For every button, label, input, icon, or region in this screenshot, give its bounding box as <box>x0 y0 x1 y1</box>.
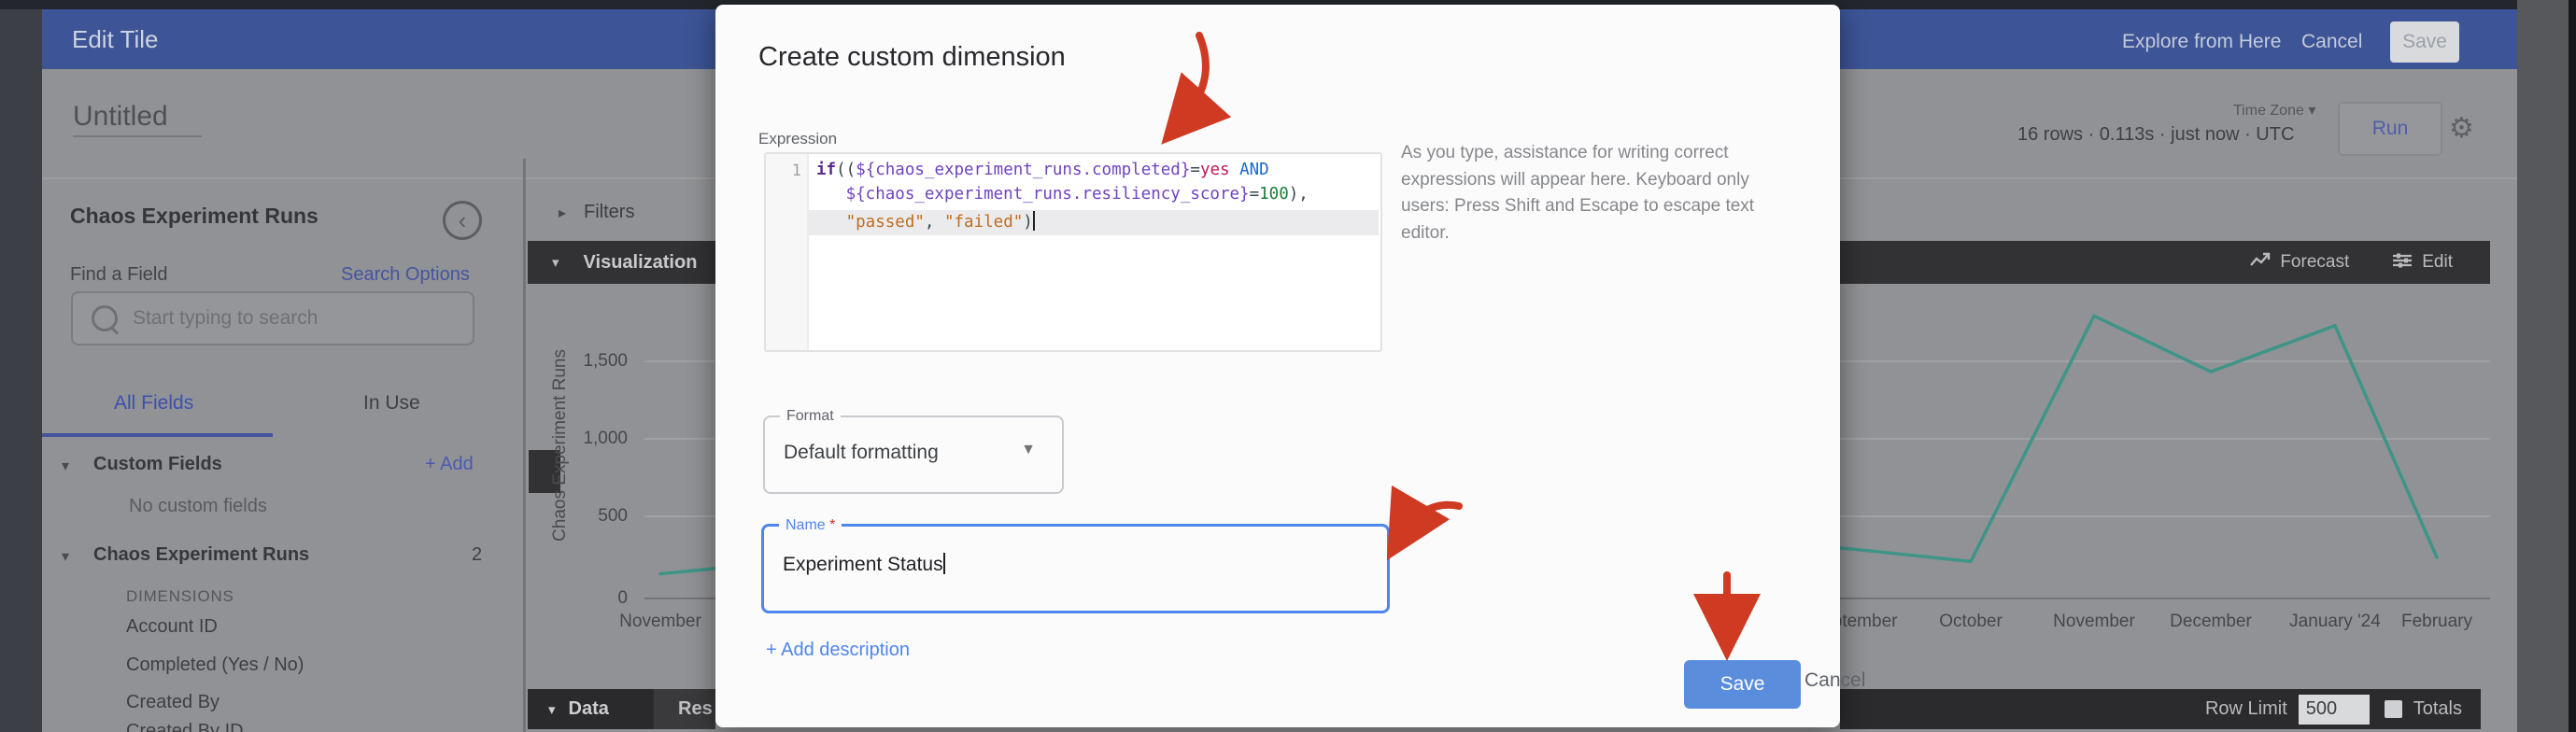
run-button[interactable]: Run <box>2338 102 2442 156</box>
active-tab-underline <box>42 433 273 437</box>
caret-down-icon: ▾ <box>552 254 559 271</box>
search-input[interactable] <box>131 306 443 331</box>
x-tick: November <box>2053 612 2135 632</box>
caret-down-icon[interactable]: ▾ <box>62 457 69 475</box>
expression-label: Expression <box>758 130 837 148</box>
totals-label: Totals <box>2413 698 2462 720</box>
caret-down-icon[interactable]: ▾ <box>62 547 69 566</box>
right-panel-strip <box>2517 0 2569 732</box>
edit-viz-label: Edit <box>2422 252 2453 272</box>
y-tick: 0 <box>562 588 628 609</box>
x-tick: October <box>1939 612 2003 632</box>
code-line-3: "passed", "failed") <box>816 211 1035 232</box>
left-edge-strip <box>0 9 42 732</box>
time-zone-label[interactable]: Time Zone ▾ <box>2233 101 2315 120</box>
x-tick: November <box>619 612 701 632</box>
collapse-sidebar-icon[interactable]: ‹ <box>443 201 482 240</box>
format-select[interactable]: Format Default formatting ▼ <box>763 415 1064 494</box>
sidebar-title: Chaos Experiment Runs <box>70 204 318 229</box>
gear-icon[interactable]: ⚙ <box>2449 112 2474 145</box>
chevron-down-icon: ▾ <box>2308 103 2315 119</box>
row-limit-input[interactable] <box>2299 695 2370 725</box>
field-item[interactable]: Completed (Yes / No) <box>126 655 304 676</box>
explore-from-here-link[interactable]: Explore from Here <box>2122 31 2281 53</box>
format-value: Default formatting <box>784 442 939 464</box>
header-cancel-button[interactable]: Cancel <box>2301 31 2362 53</box>
caret-down-icon: ▾ <box>548 701 556 718</box>
field-item[interactable]: Created By ID <box>126 721 244 732</box>
data-section-tab[interactable]: ▾ Data <box>528 689 654 729</box>
dimensions-section-label: DIMENSIONS <box>126 587 234 606</box>
totals-checkbox[interactable] <box>2385 700 2402 718</box>
data-tab-label: Data <box>569 698 609 720</box>
results-tab[interactable]: Res <box>654 689 715 729</box>
x-tick: February <box>2401 612 2472 632</box>
row-limit-label: Row Limit <box>2205 698 2287 720</box>
create-custom-dimension-modal: Create custom dimension Expression 1 if(… <box>715 5 1840 727</box>
y-tick: 1,500 <box>562 351 628 372</box>
format-label: Format <box>780 408 841 425</box>
forecast-button[interactable]: Forecast <box>2250 252 2349 273</box>
text-cursor <box>943 553 945 574</box>
sidebar-divider <box>523 159 526 732</box>
modal-title: Create custom dimension <box>758 42 1066 73</box>
code-line-1: if((${chaos_experiment_runs.completed}=y… <box>816 161 1269 179</box>
line-number: 1 <box>766 162 801 180</box>
tab-in-use[interactable]: In Use <box>363 392 420 415</box>
data-bar-right: Row Limit Totals <box>1840 689 2481 729</box>
forecast-label: Forecast <box>2280 252 2349 272</box>
text-cursor <box>1033 211 1035 231</box>
editor-gutter: 1 <box>766 154 809 350</box>
query-stats: 16 rows · 0.113s · just now · UTC <box>2017 124 2294 146</box>
expression-editor[interactable]: 1 if((${chaos_experiment_runs.completed}… <box>764 152 1382 352</box>
expression-helper-text: As you type, assistance for writing corr… <box>1401 140 1775 246</box>
field-search-box[interactable] <box>71 291 474 345</box>
find-a-field-label: Find a Field <box>70 264 168 286</box>
x-tick: January '24 <box>2289 612 2381 632</box>
modal-save-button[interactable]: Save <box>1684 660 1801 709</box>
custom-fields-header[interactable]: Custom Fields <box>93 454 222 475</box>
required-asterisk: * <box>829 517 835 533</box>
x-tick: December <box>2170 612 2252 632</box>
name-label: Name * <box>779 517 842 534</box>
code-line-2: ${chaos_experiment_runs.resiliency_score… <box>816 185 1309 204</box>
add-custom-field-link[interactable]: + Add <box>425 454 474 475</box>
header-save-button[interactable]: Save <box>2390 21 2459 63</box>
page-title: Edit Tile <box>72 25 159 54</box>
add-description-link[interactable]: + Add description <box>766 640 910 661</box>
visualization-label: Visualization <box>584 252 698 274</box>
results-tab-label: Res <box>678 698 713 720</box>
app-root: Edit Tile Explore from Here Cancel Save … <box>0 0 2576 732</box>
window-right-edge <box>2569 0 2576 732</box>
tile-name-input[interactable]: Untitled <box>73 101 168 133</box>
y-tick: 500 <box>562 506 628 527</box>
field-item[interactable]: Account ID <box>126 616 218 638</box>
filters-section-header[interactable]: Filters <box>584 202 634 223</box>
tab-all-fields[interactable]: All Fields <box>114 392 193 415</box>
no-custom-fields-text: No custom fields <box>129 496 267 517</box>
name-field[interactable]: Name * Experiment Status <box>761 524 1390 613</box>
search-options-link[interactable]: Search Options <box>341 264 470 286</box>
field-item[interactable]: Created By <box>126 692 219 713</box>
tile-name-underline <box>73 135 202 137</box>
dropdown-caret-icon: ▼ <box>1021 442 1036 458</box>
name-value: Experiment Status <box>783 553 945 576</box>
y-tick: 1,000 <box>562 429 628 449</box>
edit-viz-button[interactable]: Edit <box>2392 252 2453 273</box>
fields-in-use-count: 2 <box>472 544 482 566</box>
search-icon <box>92 305 118 331</box>
modal-cancel-button[interactable]: Cancel <box>1805 669 1865 692</box>
caret-right-icon[interactable]: ▸ <box>559 204 566 222</box>
y-axis-label: Chaos Experiment Runs <box>550 329 571 562</box>
view-group-header[interactable]: Chaos Experiment Runs <box>93 544 309 566</box>
